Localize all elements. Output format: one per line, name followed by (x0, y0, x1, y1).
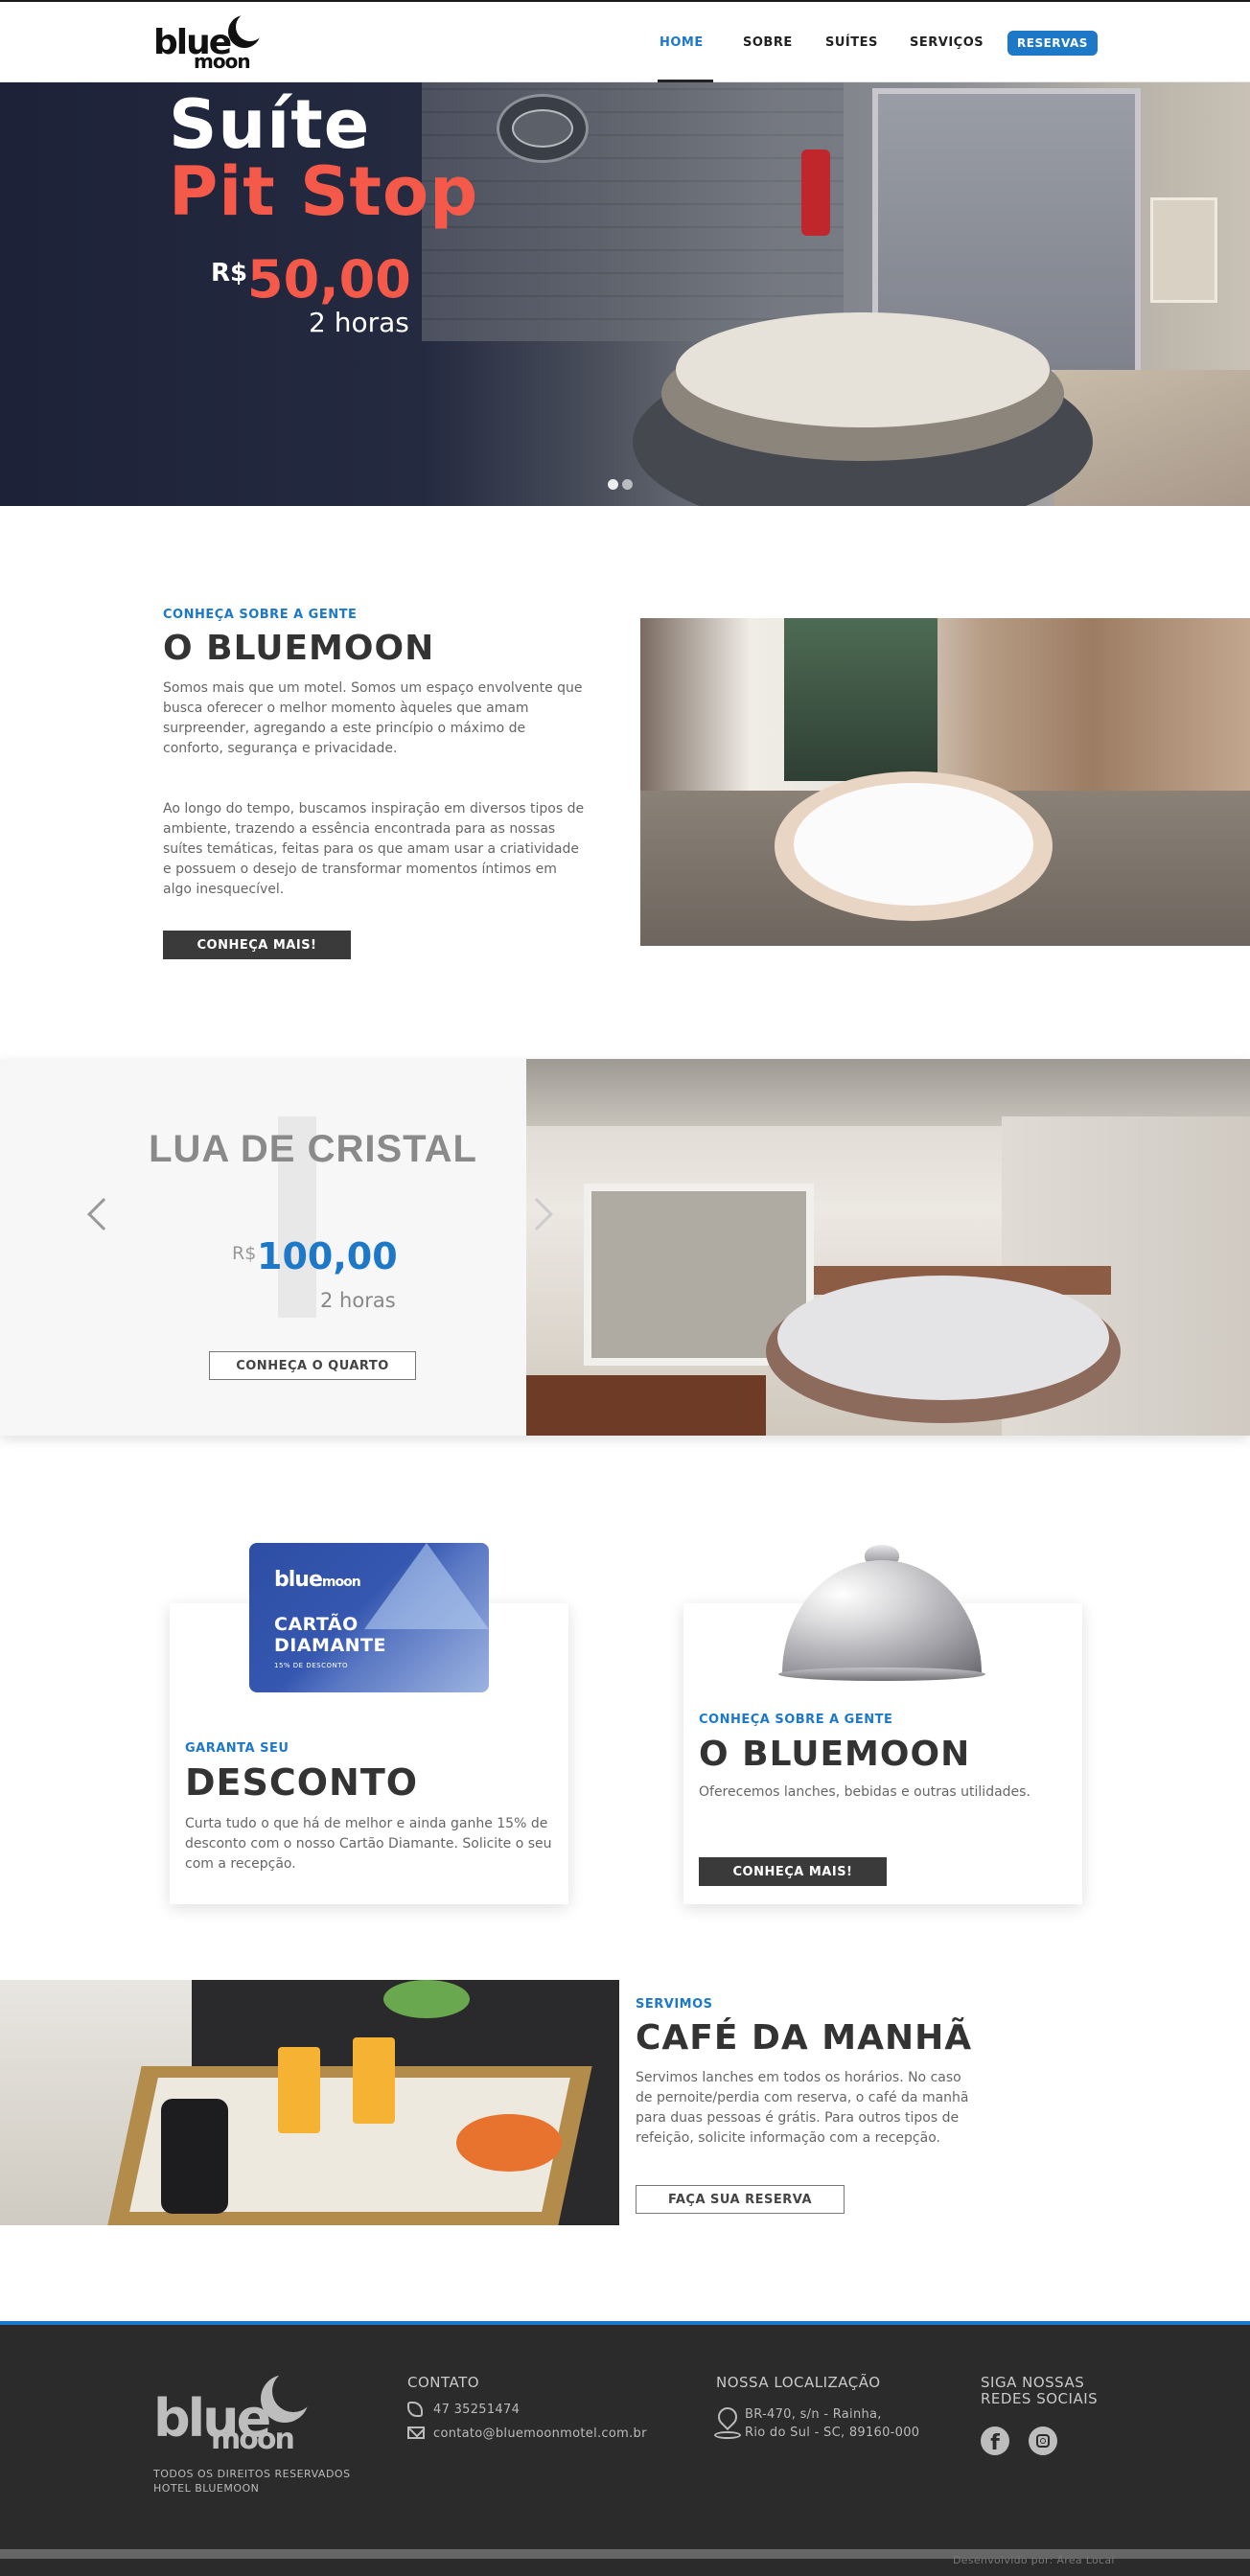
diamond-card-image: bluemoon CARTÃO DIAMANTE 15% DE DESCONTO (249, 1543, 489, 1692)
about-more-button[interactable]: CONHEÇA MAIS! (163, 931, 351, 959)
hero-dot-1[interactable] (608, 479, 618, 490)
room-photo (526, 1059, 1250, 1436)
services-title: O BLUEMOON (699, 1735, 971, 1774)
footer-rights-line2: HOTEL BLUEMOON (153, 2482, 260, 2495)
nav-link-suites[interactable]: SUÍTES (825, 35, 878, 50)
room-photo-floor (526, 1375, 766, 1436)
about-kicker: CONHEÇA SOBRE A GENTE (163, 608, 358, 622)
room-info-panel: LUA DE CRISTAL R$ 100,00 2 horas CONHEÇA… (0, 1059, 526, 1436)
room-slider: LUA DE CRISTAL R$ 100,00 2 horas CONHEÇA… (0, 1059, 1250, 1436)
bluemoon-logo[interactable]: blue moon (153, 12, 265, 73)
facebook-icon[interactable]: f (981, 2426, 1009, 2455)
site-header: blue moon HOME SOBRE SUÍTES SERVIÇOS RES… (0, 2, 1250, 82)
footer-social-heading: SIGA NOSSAS REDES SOCIAIS (981, 2374, 1099, 2407)
cloche-rim (778, 1668, 985, 1681)
breakfast-text: Servimos lanches em todos os horários. N… (636, 2070, 969, 2146)
discount-kicker: GARANTA SEU (185, 1741, 289, 1756)
hero-pagination (608, 479, 633, 490)
footer-rights-line1: TODOS OS DIREITOS RESERVADOS (153, 2468, 351, 2480)
discount-text: Curta tudo o que há de melhor e ainda ga… (185, 1816, 552, 1872)
hero-currency: R$ (211, 259, 248, 288)
about-paragraph-1: Somos mais que um motel. Somos um espaço… (163, 680, 583, 756)
developer-credit[interactable]: Desenvolvido por: Área Local (953, 2554, 1115, 2566)
cloche-dome (782, 1560, 982, 1673)
logo-word-moon: moon (194, 50, 251, 73)
diamond-card-line1: CARTÃO (274, 1614, 359, 1635)
diamond-card-logo: bluemoon (274, 1568, 361, 1592)
about-jacuzzi-image (640, 618, 1250, 946)
nav-item-home[interactable]: HOME (658, 2, 713, 82)
diamond-card-line3: 15% DE DESCONTO (274, 1662, 348, 1669)
breakfast-kicker: SERVIMOS (636, 1997, 713, 2012)
hero-image-wall-emblem-inner (512, 109, 573, 148)
breakfast-image-juice-1 (278, 2047, 320, 2133)
hero-image-wall (422, 82, 844, 341)
cloche-image (778, 1545, 985, 1687)
services-more-button[interactable]: CONHEÇA MAIS! (699, 1857, 887, 1886)
nav-link-sobre[interactable]: SOBRE (743, 35, 793, 50)
nav-item-sobre[interactable]: SOBRE (743, 2, 793, 82)
room-price: 100,00 (257, 1235, 398, 1277)
hero-dot-2[interactable] (622, 479, 633, 490)
nav-item-suites[interactable]: SUÍTES (825, 2, 878, 82)
diamond-card-line2: DIAMANTE (274, 1635, 386, 1656)
nav-link-servicos[interactable]: SERVIÇOS (910, 35, 984, 50)
hero-image-mattress (676, 312, 1050, 427)
footer-logo-word-moon: moon (211, 2423, 295, 2456)
about-paragraph-2: Ao longo do tempo, buscamos inspiração e… (163, 801, 585, 897)
room-photo-mattress (777, 1276, 1109, 1400)
footer-location-heading: NOSSA LOCALIZAÇÃO (716, 2374, 881, 2391)
breakfast-image-flask (161, 2099, 228, 2214)
footer-address-line2: Rio do Sul - SC, 89160-000 (745, 2426, 920, 2440)
footer-contact-heading: CONTATO (407, 2374, 480, 2391)
footer-email[interactable]: contato@bluemoonmotel.com.br (433, 2425, 647, 2443)
footer-logo[interactable]: blue moon (153, 2370, 314, 2456)
diamond-card-logo-word2: moon (321, 1575, 361, 1590)
chevron-left-icon[interactable] (87, 1198, 120, 1230)
about-title: O BLUEMOON (163, 629, 435, 668)
hero-duration: 2 horas (309, 307, 409, 338)
discount-title: DESCONTO (185, 1761, 419, 1804)
breakfast-title: CAFÉ DA MANHÃ (636, 2018, 973, 2058)
hero-title-line1: Suíte (169, 85, 371, 164)
moon-logo-icon (228, 12, 265, 48)
reserve-button[interactable]: FAÇA SUA RESERVA (636, 2185, 845, 2214)
breakfast-image-juice-2 (353, 2037, 395, 2124)
nav-item-servicos[interactable]: SERVIÇOS (910, 2, 984, 82)
room-duration: 2 horas (320, 1289, 396, 1312)
footer-address-line1: BR-470, s/n - Rainha, (745, 2407, 882, 2422)
mail-icon (407, 2426, 425, 2439)
hero-image-race-car (801, 150, 830, 236)
services-kicker: CONHEÇA SOBRE A GENTE (699, 1713, 893, 1727)
breakfast-image-plant (383, 1980, 470, 2018)
reservas-button[interactable]: RESERVAS (1007, 31, 1098, 56)
diamond-card-logo-word1: blue (274, 1568, 323, 1592)
footer-moon-logo-icon (261, 2370, 314, 2423)
hero-price: 50,00 (247, 249, 411, 310)
location-pin-base-icon (714, 2431, 741, 2439)
hero-image-door (1150, 197, 1217, 303)
about-image-tub-inner (794, 783, 1033, 906)
instagram-icon[interactable] (1029, 2426, 1057, 2455)
breakfast-image-papaya (456, 2114, 562, 2172)
diamond-card-pattern (364, 1543, 489, 1629)
hero-title-line2: Pit Stop (169, 152, 479, 231)
breakfast-image (0, 1980, 619, 2225)
nav-link-home[interactable]: HOME (660, 35, 704, 50)
room-currency: R$ (232, 1243, 257, 1264)
footer-phone[interactable]: 47 35251474 (433, 2401, 520, 2419)
services-text: Oferecemos lanches, bebidas e outras uti… (699, 1784, 1030, 1800)
about-image-glass-wall (784, 618, 938, 781)
room-details-button[interactable]: CONHEÇA O QUARTO (209, 1351, 416, 1380)
